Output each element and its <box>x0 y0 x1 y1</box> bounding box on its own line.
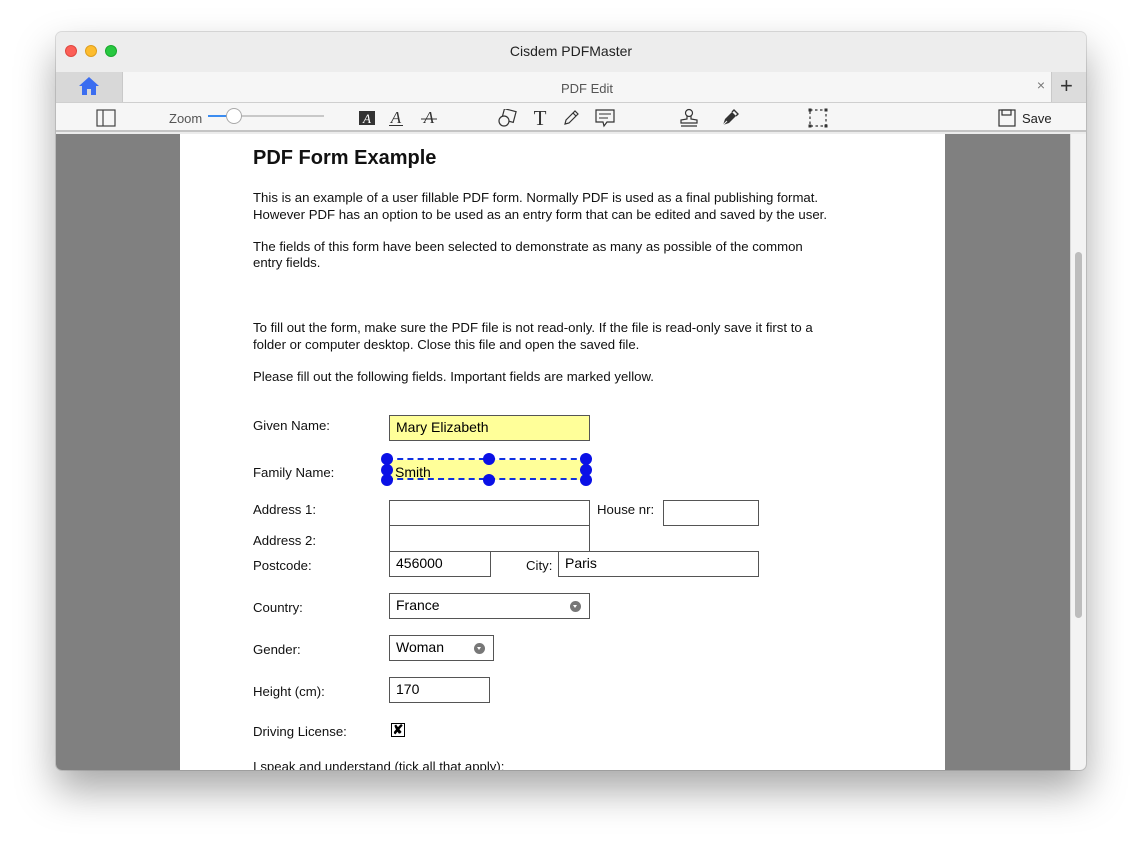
pdf-paragraph-4: Please fill out the following fields. Im… <box>253 369 654 384</box>
chevron-down-icon <box>570 601 581 612</box>
text-box-icon: T <box>534 108 547 128</box>
gender-label: Gender: <box>253 642 301 657</box>
address1-label: Address 1: <box>253 502 317 517</box>
window-title: Cisdem PDFMaster <box>509 43 633 59</box>
house-nr-field[interactable] <box>663 500 759 526</box>
svg-text:A: A <box>362 111 371 126</box>
city-label: City: <box>526 558 553 573</box>
comment-button[interactable] <box>595 106 615 130</box>
pdf-paragraph-2-line-1: The fields of this form have been select… <box>253 239 803 254</box>
document-canvas[interactable]: PDF Form Example This is an example of a… <box>56 134 1086 770</box>
text-style-button[interactable]: A <box>387 106 405 130</box>
svg-text:A: A <box>423 109 435 127</box>
sidebar-toggle-button[interactable] <box>96 106 116 130</box>
pdf-paragraph-3-line-2: folder or computer desktop. Close this f… <box>253 337 640 352</box>
family-name-label: Family Name: <box>253 465 335 480</box>
driving-license-label: Driving License: <box>253 724 347 739</box>
add-tab-button[interactable]: + <box>1060 74 1073 98</box>
chevron-down-icon <box>474 643 485 654</box>
save-icon <box>998 109 1016 127</box>
pencil-icon <box>564 110 579 125</box>
save-button[interactable]: Save <box>998 106 1052 130</box>
resize-handle-bottom-right[interactable] <box>580 474 592 486</box>
crop-button[interactable] <box>808 106 828 130</box>
strikethrough-icon: A <box>421 109 437 127</box>
postcode-field[interactable]: 456000 <box>389 551 491 577</box>
app-window: Cisdem PDFMaster PDF Edit × + Zoom A A A… <box>56 32 1086 770</box>
text-edit-icon: A <box>359 111 375 126</box>
shape-icon <box>498 109 517 127</box>
text-box-button[interactable]: T <box>531 106 549 130</box>
height-field[interactable]: 170 <box>389 677 490 703</box>
signature-pen-icon <box>722 109 739 126</box>
gender-dropdown-value: Woman <box>396 639 444 655</box>
tab-pdf-edit[interactable]: PDF Edit × <box>122 72 1052 102</box>
given-name-label: Given Name: <box>253 418 330 433</box>
text-edit-button[interactable]: A <box>358 106 376 130</box>
comment-icon <box>595 109 615 128</box>
tab-label: PDF Edit <box>560 81 613 96</box>
address1-field[interactable] <box>389 500 590 526</box>
country-label: Country: <box>253 600 303 615</box>
strikethrough-button[interactable]: A <box>420 106 438 130</box>
pdf-page[interactable]: PDF Form Example This is an example of a… <box>180 134 945 770</box>
pdf-paragraph-1-line-2: However PDF has an option to be used as … <box>253 207 828 222</box>
given-name-field[interactable]: Mary Elizabeth <box>389 415 590 441</box>
save-label: Save <box>1022 110 1052 126</box>
zoom-slider[interactable] <box>208 108 324 124</box>
pdf-paragraph-3-line-1: To fill out the form, make sure the PDF … <box>253 320 813 335</box>
signature-button[interactable] <box>720 106 740 130</box>
country-dropdown-value: France <box>396 597 440 613</box>
stamp-button[interactable] <box>679 106 699 130</box>
home-icon <box>79 77 99 95</box>
pencil-button[interactable] <box>562 106 580 130</box>
toolbar: Zoom A A A T Save <box>56 102 1086 132</box>
driving-license-checkbox[interactable]: ✘ <box>391 723 405 737</box>
home-tab[interactable] <box>56 72 122 102</box>
pdf-paragraph-2-line-2: entry fields. <box>253 255 321 270</box>
zoom-label: Zoom <box>169 110 203 126</box>
close-tab-icon[interactable]: × <box>1037 77 1045 93</box>
vertical-scrollbar[interactable] <box>1070 134 1086 770</box>
city-field[interactable]: Paris <box>558 551 759 577</box>
postcode-label: Postcode: <box>253 558 312 573</box>
shape-button[interactable] <box>497 106 517 130</box>
address2-field[interactable] <box>389 525 590 552</box>
gender-dropdown[interactable]: Woman <box>389 635 494 661</box>
house-nr-label: House nr: <box>597 502 655 517</box>
text-style-icon: A <box>389 109 403 127</box>
scrollbar-thumb[interactable] <box>1075 252 1082 618</box>
svg-text:A: A <box>390 109 402 127</box>
languages-label: I speak and understand (tick all that ap… <box>253 759 505 770</box>
country-dropdown[interactable]: France <box>389 593 590 619</box>
pdf-paragraph-1-line-1: This is an example of a user fillable PD… <box>253 190 819 205</box>
sidebar-icon <box>96 109 116 127</box>
zoom-slider-knob[interactable] <box>226 108 242 124</box>
stamp-icon <box>680 108 698 127</box>
title-bar: Cisdem PDFMaster <box>56 32 1086 72</box>
svg-text:T: T <box>534 108 547 128</box>
resize-handle-bottom[interactable] <box>483 474 495 486</box>
resize-handle-bottom-left[interactable] <box>381 474 393 486</box>
tab-bar: PDF Edit × + <box>56 72 1086 102</box>
address2-label: Address 2: <box>253 533 317 548</box>
resize-handle-top[interactable] <box>483 453 495 465</box>
pdf-title: PDF Form Example <box>253 147 437 169</box>
height-label: Height (cm): <box>253 684 325 699</box>
crop-icon <box>808 108 828 128</box>
